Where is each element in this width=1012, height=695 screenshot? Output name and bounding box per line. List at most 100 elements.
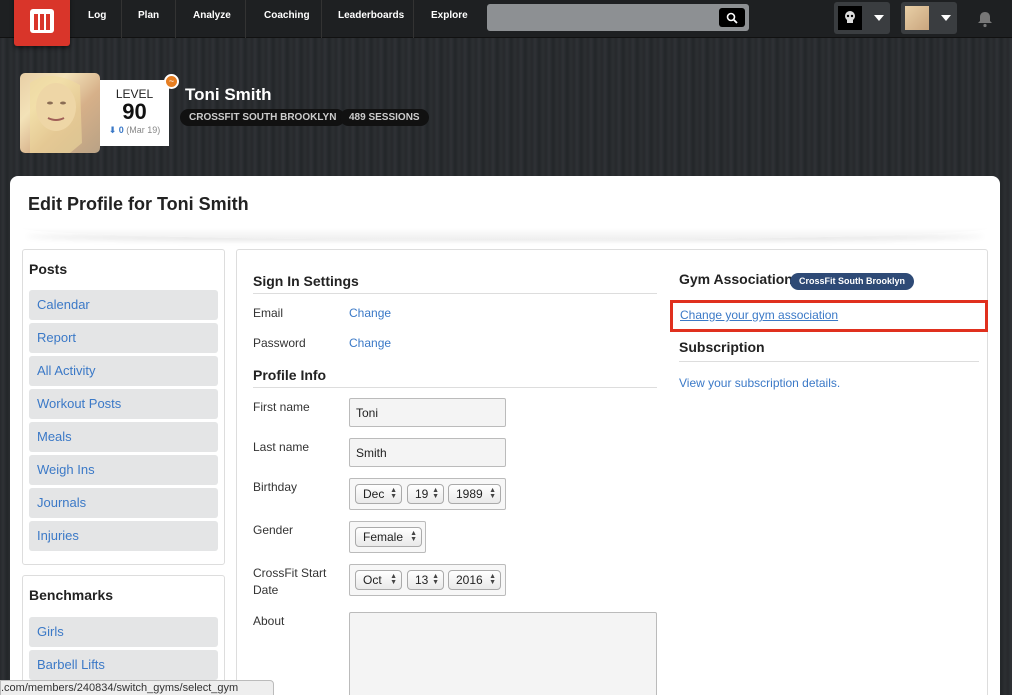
nav-separator: [175, 0, 176, 38]
bell-icon: [978, 12, 992, 28]
first-name-input[interactable]: Toni: [349, 398, 506, 427]
select-arrows-icon: ▲ ▼: [489, 573, 496, 586]
nav-coaching[interactable]: Coaching: [264, 0, 310, 38]
birthday-day-select[interactable]: 19 ▲ ▼: [407, 484, 444, 504]
select-arrows-icon: ▲ ▼: [489, 487, 496, 500]
profile-info-heading: Profile Info: [253, 367, 327, 383]
sidebar-item-journals[interactable]: Journals: [29, 488, 218, 518]
gender-value: Female: [363, 530, 404, 544]
subscription-details-link[interactable]: View your subscription details.: [679, 376, 840, 390]
nav-plan[interactable]: Plan: [138, 0, 159, 38]
birthday-year-value: 1989: [456, 487, 483, 501]
level-change-value: 0: [118, 125, 124, 135]
email-change-link[interactable]: Change: [349, 306, 391, 320]
nav-log[interactable]: Log: [88, 0, 106, 38]
about-label: About: [253, 614, 285, 628]
search-button[interactable]: [719, 8, 745, 27]
profile-name: Toni Smith: [185, 85, 272, 104]
start-month-select[interactable]: Oct ▲ ▼: [355, 570, 402, 590]
page-title: Edit Profile for Toni Smith: [28, 194, 249, 214]
user-avatar-small: [905, 6, 929, 30]
birthday-field: Dec ▲ ▼ 19 ▲ ▼ 1989 ▲ ▼: [349, 478, 506, 510]
last-name-label: Last name: [253, 440, 310, 454]
start-day-select[interactable]: 13 ▲ ▼: [407, 570, 444, 590]
start-month-value: Oct: [363, 573, 382, 587]
gender-label: Gender: [253, 523, 294, 537]
chevron-down-icon: [874, 15, 884, 21]
birthday-month-value: Dec: [363, 487, 385, 501]
select-arrows-icon: ▲ ▼: [390, 487, 397, 500]
sidebar-item-girls[interactable]: Girls: [29, 617, 218, 647]
profile-avatar[interactable]: [20, 73, 100, 153]
level-badge-icon: ~: [164, 74, 179, 89]
password-change-link[interactable]: Change: [349, 336, 391, 350]
notifications-button[interactable]: [976, 10, 994, 31]
sidebar-item-weigh-ins[interactable]: Weigh Ins: [29, 455, 218, 485]
app-logo[interactable]: [14, 0, 70, 46]
user-menu-dropdown[interactable]: [901, 2, 957, 34]
signin-heading: Sign In Settings: [253, 273, 359, 289]
section-divider: [679, 361, 979, 362]
select-arrows-icon: ▲ ▼: [432, 573, 439, 586]
sidebar-item-injuries[interactable]: Injuries: [29, 521, 218, 551]
sidebar-posts-heading: Posts: [29, 261, 68, 277]
top-nav: Log Plan Analyze Coaching Leaderboards E…: [0, 0, 1012, 46]
email-label: Email: [253, 306, 284, 320]
select-arrows-icon: ▲ ▼: [432, 487, 439, 500]
last-name-input[interactable]: Smith: [349, 438, 506, 467]
level-change: ⬇ 0 (Mar 19): [100, 125, 169, 136]
gender-field: Female ▲ ▼: [349, 521, 426, 553]
section-divider: [253, 293, 657, 294]
gym-switcher-dropdown[interactable]: [834, 2, 890, 34]
subscription-heading: Subscription: [679, 339, 765, 355]
sidebar-benchmarks-heading: Benchmarks: [29, 587, 114, 603]
gym-badge: CrossFit South Brooklyn: [790, 273, 915, 290]
gender-select[interactable]: Female ▲ ▼: [355, 527, 422, 547]
gym-association-heading: Gym Association: [679, 271, 793, 287]
search-icon: [726, 12, 738, 24]
sidebar-item-all-activity[interactable]: All Activity: [29, 356, 218, 386]
level-card: LEVEL 90 ⬇ 0 (Mar 19): [100, 80, 169, 146]
chevron-down-icon: [941, 15, 951, 21]
nav-separator: [121, 0, 122, 38]
birthday-label: Birthday: [253, 480, 298, 494]
profile-photo: [30, 75, 82, 153]
sessions-pill[interactable]: 489 SESSIONS: [340, 109, 429, 126]
crossfit-start-label-line2: Date: [253, 583, 279, 597]
section-divider: [253, 387, 657, 388]
level-number: 90: [122, 99, 147, 124]
crossfit-start-label: CrossFit Start Date: [253, 565, 326, 599]
sidebar-item-barbell-lifts[interactable]: Barbell Lifts: [29, 650, 218, 680]
nav-analyze[interactable]: Analyze: [193, 0, 231, 38]
start-year-value: 2016: [456, 573, 483, 587]
birthday-month-select[interactable]: Dec ▲ ▼: [355, 484, 402, 504]
nav-explore[interactable]: Explore: [431, 0, 468, 38]
first-name-label: First name: [253, 400, 310, 414]
start-year-select[interactable]: 2016 ▲ ▼: [448, 570, 501, 590]
sidebar-item-report[interactable]: Report: [29, 323, 218, 353]
sidebar-item-calendar[interactable]: Calendar: [29, 290, 218, 320]
crossfit-start-field: Oct ▲ ▼ 13 ▲ ▼ 2016 ▲ ▼: [349, 564, 506, 596]
change-gym-association-link[interactable]: Change your gym association: [680, 308, 838, 322]
nav-leaderboards[interactable]: Leaderboards: [338, 0, 404, 38]
gym-pill[interactable]: CROSSFIT SOUTH BROOKLYN: [180, 109, 346, 126]
select-arrows-icon: ▲ ▼: [410, 530, 417, 543]
skull-icon: [845, 11, 855, 23]
password-label: Password: [253, 336, 306, 350]
sidebar-item-workout-posts[interactable]: Workout Posts: [29, 389, 218, 419]
nav-separator: [413, 0, 414, 38]
browser-status-bar: .com/members/240834/switch_gyms/select_g…: [0, 680, 274, 695]
select-arrows-icon: ▲ ▼: [390, 573, 397, 586]
sidebar-item-meals[interactable]: Meals: [29, 422, 218, 452]
search-input[interactable]: [487, 4, 749, 31]
about-textarea[interactable]: [349, 612, 657, 695]
nav-separator: [321, 0, 322, 38]
gym-logo-thumbnail: [838, 6, 862, 30]
birthday-year-select[interactable]: 1989 ▲ ▼: [448, 484, 501, 504]
logo-mark-icon: [30, 9, 54, 33]
birthday-day-value: 19: [415, 487, 429, 501]
nav-separator: [245, 0, 246, 38]
start-day-value: 13: [415, 573, 429, 587]
arrow-down-icon: ⬇: [108, 125, 117, 135]
level-change-date: (Mar 19): [126, 125, 161, 135]
